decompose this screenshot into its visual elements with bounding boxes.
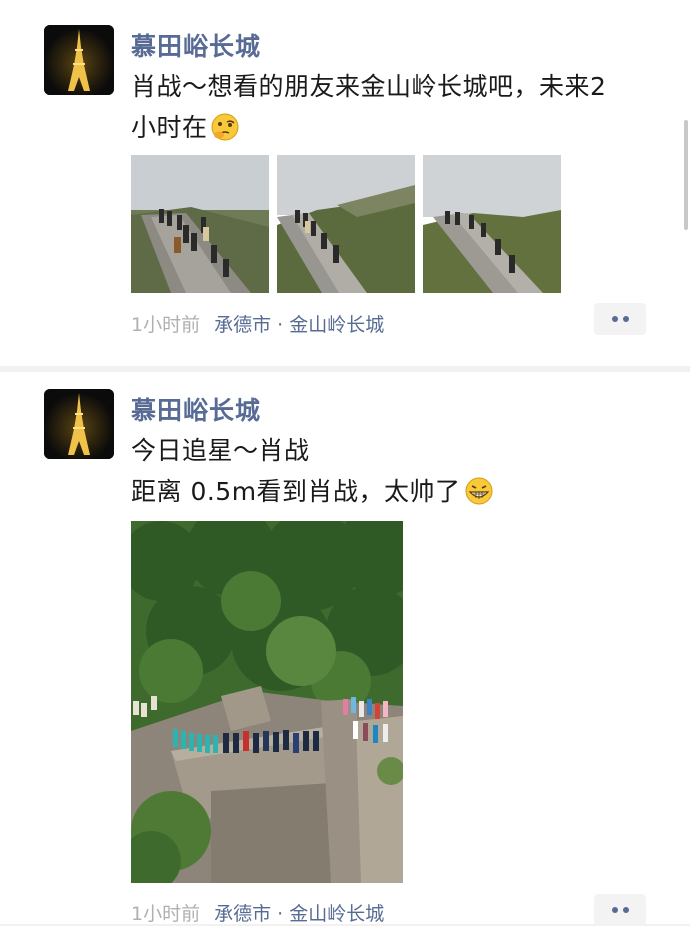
post-time: 1小时前 bbox=[131, 314, 201, 336]
post-meta: 1小时前 承德市 · 金山岭长城 bbox=[131, 310, 384, 337]
avatar[interactable] bbox=[44, 25, 114, 95]
thinking-face-emoji bbox=[210, 112, 240, 154]
more-button[interactable] bbox=[594, 894, 646, 926]
username[interactable]: 慕田峪长城 bbox=[131, 391, 261, 427]
post-time: 1小时前 bbox=[131, 903, 201, 925]
post-text-line: 今日追星～肖战 bbox=[131, 436, 310, 465]
great-wall-walkway-photo[interactable] bbox=[423, 155, 561, 293]
avatar[interactable] bbox=[44, 389, 114, 459]
moment-post: 慕田峪长城 今日追星～肖战 距离 0.5m看到肖战，太帅了 1小时前 承德市 ·… bbox=[0, 372, 690, 926]
scrollbar[interactable] bbox=[684, 120, 688, 230]
more-dots-icon bbox=[611, 907, 629, 913]
more-dots-icon bbox=[611, 316, 629, 322]
post-text-line: 距离 0.5m看到肖战，太帅了 bbox=[131, 471, 495, 518]
eiffel-tower-night-icon bbox=[44, 25, 114, 95]
eiffel-tower-night-icon bbox=[44, 389, 114, 459]
post-text-line: 肖战～想看的朋友来金山岭长城吧，未来2 bbox=[131, 72, 607, 101]
crowd-on-great-wall-photo[interactable] bbox=[131, 521, 403, 883]
location-link[interactable]: 承德市 · 金山岭长城 bbox=[214, 314, 384, 336]
great-wall-stairs-photo[interactable] bbox=[131, 155, 269, 293]
username[interactable]: 慕田峪长城 bbox=[131, 27, 261, 63]
moment-post: 慕田峪长城 肖战～想看的朋友来金山岭长城吧，未来2 小时在 1小时前 承德市 ·… bbox=[0, 0, 690, 366]
grinning-face-emoji bbox=[463, 476, 495, 518]
post-text-line: 小时在 bbox=[131, 107, 606, 154]
post-text: 肖战～想看的朋友来金山岭长城吧，未来2 小时在 bbox=[131, 66, 606, 154]
post-text: 今日追星～肖战 距离 0.5m看到肖战，太帅了 bbox=[131, 430, 495, 518]
great-wall-hillside-photo[interactable] bbox=[277, 155, 415, 293]
more-button[interactable] bbox=[594, 303, 646, 335]
post-meta: 1小时前 承德市 · 金山岭长城 bbox=[131, 899, 384, 926]
location-link[interactable]: 承德市 · 金山岭长城 bbox=[214, 903, 384, 925]
